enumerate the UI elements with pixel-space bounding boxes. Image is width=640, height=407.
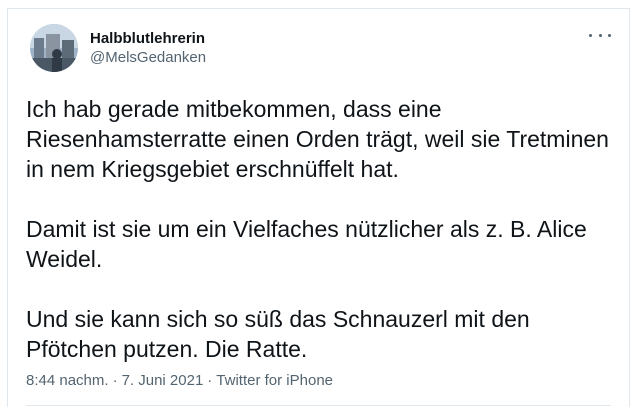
divider bbox=[26, 405, 611, 406]
meta-separator: · bbox=[207, 372, 213, 389]
tweet-paragraph: Damit ist sie um ein Vielfaches nützlich… bbox=[26, 216, 587, 272]
tweet-paragraph: Ich hab gerade mitbekommen, dass eine Ri… bbox=[26, 96, 609, 182]
meta-separator: · bbox=[112, 372, 118, 389]
user-handle[interactable]: @MelsGedanken bbox=[90, 48, 206, 67]
avatar-image bbox=[30, 24, 78, 72]
more-horizontal-icon[interactable] bbox=[589, 29, 611, 41]
avatar[interactable] bbox=[30, 24, 78, 72]
tweet-time[interactable]: 8:44 nachm. bbox=[26, 372, 109, 389]
tweet-metadata: 8:44 nachm. · 7. Juni 2021 · Twitter for iPh… bbox=[26, 371, 333, 391]
tweet-date[interactable]: 7. Juni 2021 bbox=[122, 372, 204, 389]
tweet-text: Ich hab gerade mitbekommen, dass eine Ri… bbox=[26, 94, 616, 364]
more-dot bbox=[608, 33, 611, 37]
display-name[interactable]: Halbblutlehrerin bbox=[90, 29, 206, 48]
tweet-source[interactable]: Twitter for iPhone bbox=[216, 372, 333, 389]
more-dot bbox=[589, 33, 592, 37]
more-dot bbox=[598, 33, 602, 37]
tweet-paragraph: Und sie kann sich so süß das Schnauzerl … bbox=[26, 306, 530, 362]
tweet-card: Halbblutlehrerin @MelsGedanken Ich hab g… bbox=[7, 8, 630, 407]
tweet-author: Halbblutlehrerin @MelsGedanken bbox=[90, 29, 206, 67]
